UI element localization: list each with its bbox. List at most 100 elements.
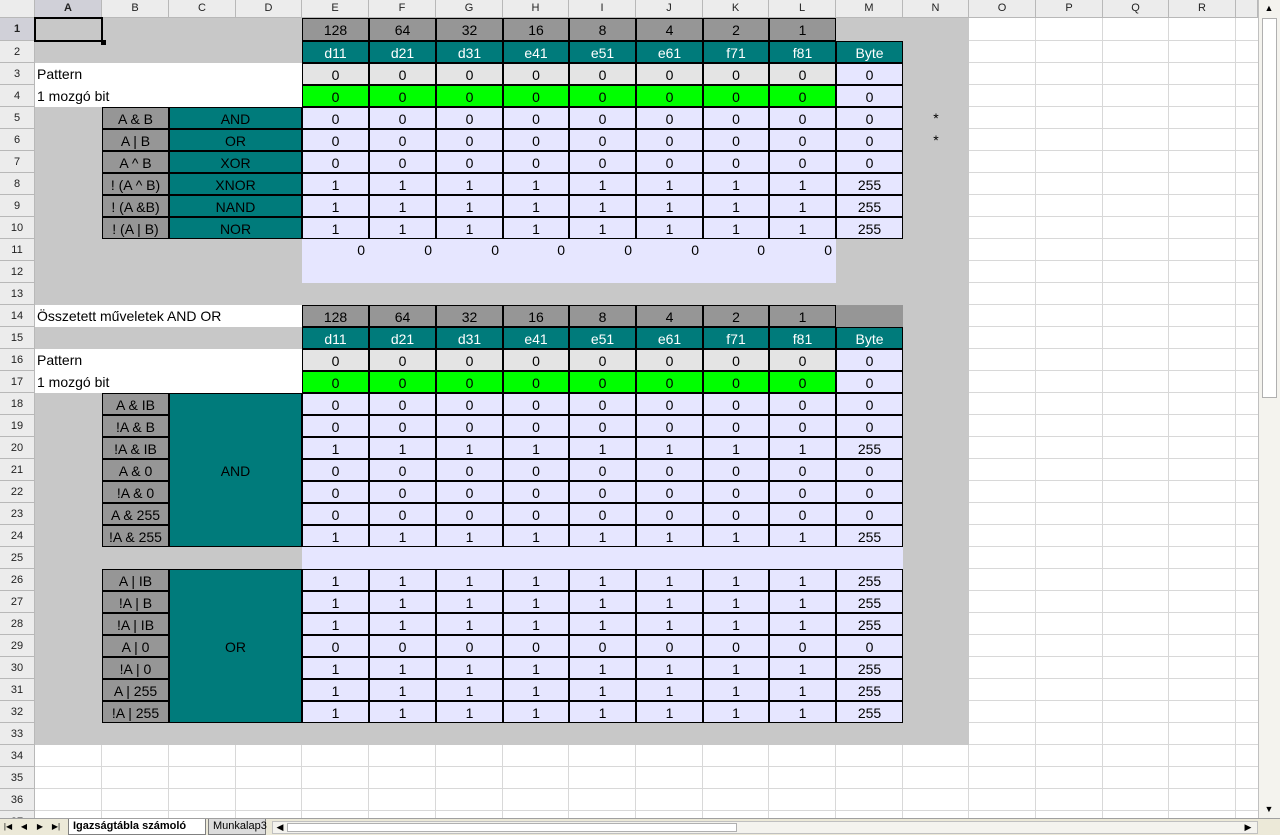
op-mark[interactable]: * — [903, 107, 969, 129]
op-bit[interactable]: 1 — [503, 173, 569, 195]
and-op-bit[interactable]: 0 — [369, 481, 436, 503]
and-op-bit[interactable]: 0 — [503, 415, 569, 437]
op-bit[interactable]: 0 — [503, 151, 569, 173]
column-header[interactable]: G — [436, 0, 503, 18]
and-op-bit[interactable]: 0 — [636, 503, 703, 525]
pattern-byte[interactable]: 0 — [836, 63, 903, 85]
column-header[interactable]: I — [569, 0, 636, 18]
pattern-bit[interactable]: 0 — [769, 63, 836, 85]
row-header[interactable]: 31 — [0, 679, 35, 701]
next-sheet-icon[interactable]: ▶ — [34, 820, 46, 833]
moving-bit[interactable]: 0 — [503, 371, 569, 393]
and-op-bit[interactable]: 0 — [302, 503, 369, 525]
and-op-bit[interactable]: 0 — [503, 503, 569, 525]
scroll-right-icon[interactable]: ▶ — [1241, 820, 1255, 834]
and-op-bit[interactable]: 1 — [302, 437, 369, 459]
op-bit[interactable]: 0 — [436, 129, 503, 151]
op-bit[interactable]: 0 — [569, 151, 636, 173]
op-name[interactable]: NOR — [169, 217, 302, 239]
and-group-label[interactable]: AND — [169, 393, 302, 547]
and-op-expression[interactable]: !A & 0 — [102, 481, 169, 503]
and-op-bit[interactable]: 0 — [703, 503, 769, 525]
bit-name-cell[interactable]: e41 — [503, 41, 569, 63]
row-header[interactable]: 4 — [0, 85, 35, 107]
row-header[interactable]: 20 — [0, 437, 35, 459]
and-op-bit[interactable]: 1 — [703, 437, 769, 459]
op-bit[interactable]: 1 — [369, 217, 436, 239]
weight-cell[interactable]: 16 — [503, 305, 569, 327]
or-op-bit[interactable]: 1 — [302, 613, 369, 635]
row-header[interactable]: 17 — [0, 371, 35, 393]
or-op-bit[interactable]: 1 — [636, 679, 703, 701]
and-op-bit[interactable]: 0 — [436, 415, 503, 437]
bit-name-cell[interactable]: d11 — [302, 327, 369, 349]
op-bit[interactable]: 0 — [436, 107, 503, 129]
row-header[interactable]: 14 — [0, 305, 35, 327]
op-expression[interactable]: A | B — [102, 129, 169, 151]
prev-sheet-icon[interactable]: ◀ — [18, 820, 30, 833]
and-op-bit[interactable]: 0 — [703, 393, 769, 415]
moving-bit[interactable]: 0 — [703, 371, 769, 393]
op-expression[interactable]: ! (A ^ B) — [102, 173, 169, 195]
pattern-bit[interactable]: 0 — [569, 63, 636, 85]
and-op-bit[interactable]: 0 — [703, 415, 769, 437]
weight-cell[interactable]: 2 — [703, 305, 769, 327]
or-op-byte[interactable]: 255 — [836, 701, 903, 723]
and-op-bit[interactable]: 0 — [636, 393, 703, 415]
and-op-bit[interactable]: 0 — [769, 459, 836, 481]
op-bit[interactable]: 0 — [769, 129, 836, 151]
op-expression[interactable]: A ^ B — [102, 151, 169, 173]
moving-bit[interactable]: 0 — [369, 371, 436, 393]
row-header[interactable]: 5 — [0, 107, 35, 129]
and-op-bit[interactable]: 0 — [703, 459, 769, 481]
and-op-bit[interactable]: 0 — [636, 459, 703, 481]
op-bit[interactable]: 1 — [636, 217, 703, 239]
row-header[interactable]: 30 — [0, 657, 35, 679]
row11-value[interactable]: 0 — [569, 239, 636, 261]
or-op-bit[interactable]: 1 — [769, 613, 836, 635]
moving-bit[interactable]: 0 — [569, 85, 636, 107]
op-expression[interactable]: A & B — [102, 107, 169, 129]
and-op-bit[interactable]: 1 — [436, 525, 503, 547]
or-op-bit[interactable]: 1 — [436, 569, 503, 591]
pattern-bit[interactable]: 0 — [503, 63, 569, 85]
and-op-bit[interactable]: 1 — [436, 437, 503, 459]
or-op-bit[interactable]: 1 — [369, 679, 436, 701]
op-bit[interactable]: 1 — [769, 195, 836, 217]
row-header[interactable]: 7 — [0, 151, 35, 173]
moving-bit-label[interactable]: 1 mozgó bit — [35, 85, 302, 107]
pattern-bit[interactable]: 0 — [569, 349, 636, 371]
or-op-bit[interactable]: 1 — [302, 657, 369, 679]
op-bit[interactable]: 0 — [369, 151, 436, 173]
or-op-byte[interactable]: 255 — [836, 569, 903, 591]
op-bit[interactable]: 0 — [703, 129, 769, 151]
scroll-up-icon[interactable]: ▲ — [1262, 1, 1276, 15]
column-header[interactable]: L — [769, 0, 836, 18]
pattern-bit[interactable]: 0 — [503, 349, 569, 371]
and-op-bit[interactable]: 0 — [369, 503, 436, 525]
or-op-bit[interactable]: 1 — [769, 679, 836, 701]
pattern-label[interactable]: Pattern — [35, 63, 302, 85]
and-op-bit[interactable]: 1 — [569, 437, 636, 459]
op-byte[interactable]: 0 — [836, 107, 903, 129]
pattern-bit[interactable]: 0 — [302, 349, 369, 371]
pattern-bit[interactable]: 0 — [436, 63, 503, 85]
column-header[interactable]: J — [636, 0, 703, 18]
or-op-bit[interactable]: 0 — [636, 635, 703, 657]
or-op-bit[interactable]: 1 — [503, 657, 569, 679]
moving-bit[interactable]: 0 — [636, 371, 703, 393]
moving-byte[interactable]: 0 — [836, 371, 903, 393]
pattern-bit[interactable]: 0 — [302, 63, 369, 85]
row11-value[interactable]: 0 — [703, 239, 769, 261]
row-header[interactable]: 11 — [0, 239, 35, 261]
op-bit[interactable]: 0 — [369, 129, 436, 151]
weight-cell[interactable]: 8 — [569, 18, 636, 41]
row-header[interactable]: 25 — [0, 547, 35, 569]
row-header[interactable]: 23 — [0, 503, 35, 525]
and-op-bit[interactable]: 0 — [369, 459, 436, 481]
column-header[interactable]: Q — [1103, 0, 1169, 18]
row-header[interactable]: 21 — [0, 459, 35, 481]
column-header[interactable]: M — [836, 0, 903, 18]
row-header[interactable]: 6 — [0, 129, 35, 151]
and-op-bit[interactable]: 0 — [769, 393, 836, 415]
